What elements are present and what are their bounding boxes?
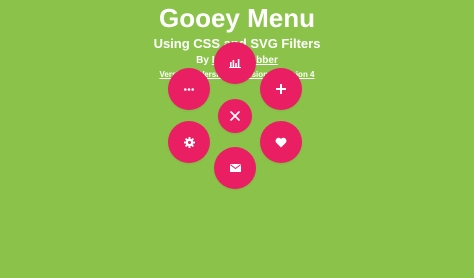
close-icon — [230, 111, 240, 121]
envelope-icon — [229, 164, 241, 172]
menu-item-more[interactable] — [168, 68, 210, 110]
heart-icon — [275, 137, 287, 147]
menu-toggle-button[interactable] — [218, 99, 252, 133]
gooey-menu — [0, 0, 474, 278]
menu-item-chart[interactable] — [214, 42, 256, 84]
gear-icon — [183, 136, 195, 148]
chart-icon — [229, 59, 241, 68]
menu-item-envelope[interactable] — [214, 147, 256, 189]
plus-icon — [276, 84, 286, 94]
menu-item-plus[interactable] — [260, 68, 302, 110]
menu-item-heart[interactable] — [260, 121, 302, 163]
menu-item-settings[interactable] — [168, 121, 210, 163]
ellipsis-icon — [184, 87, 194, 91]
